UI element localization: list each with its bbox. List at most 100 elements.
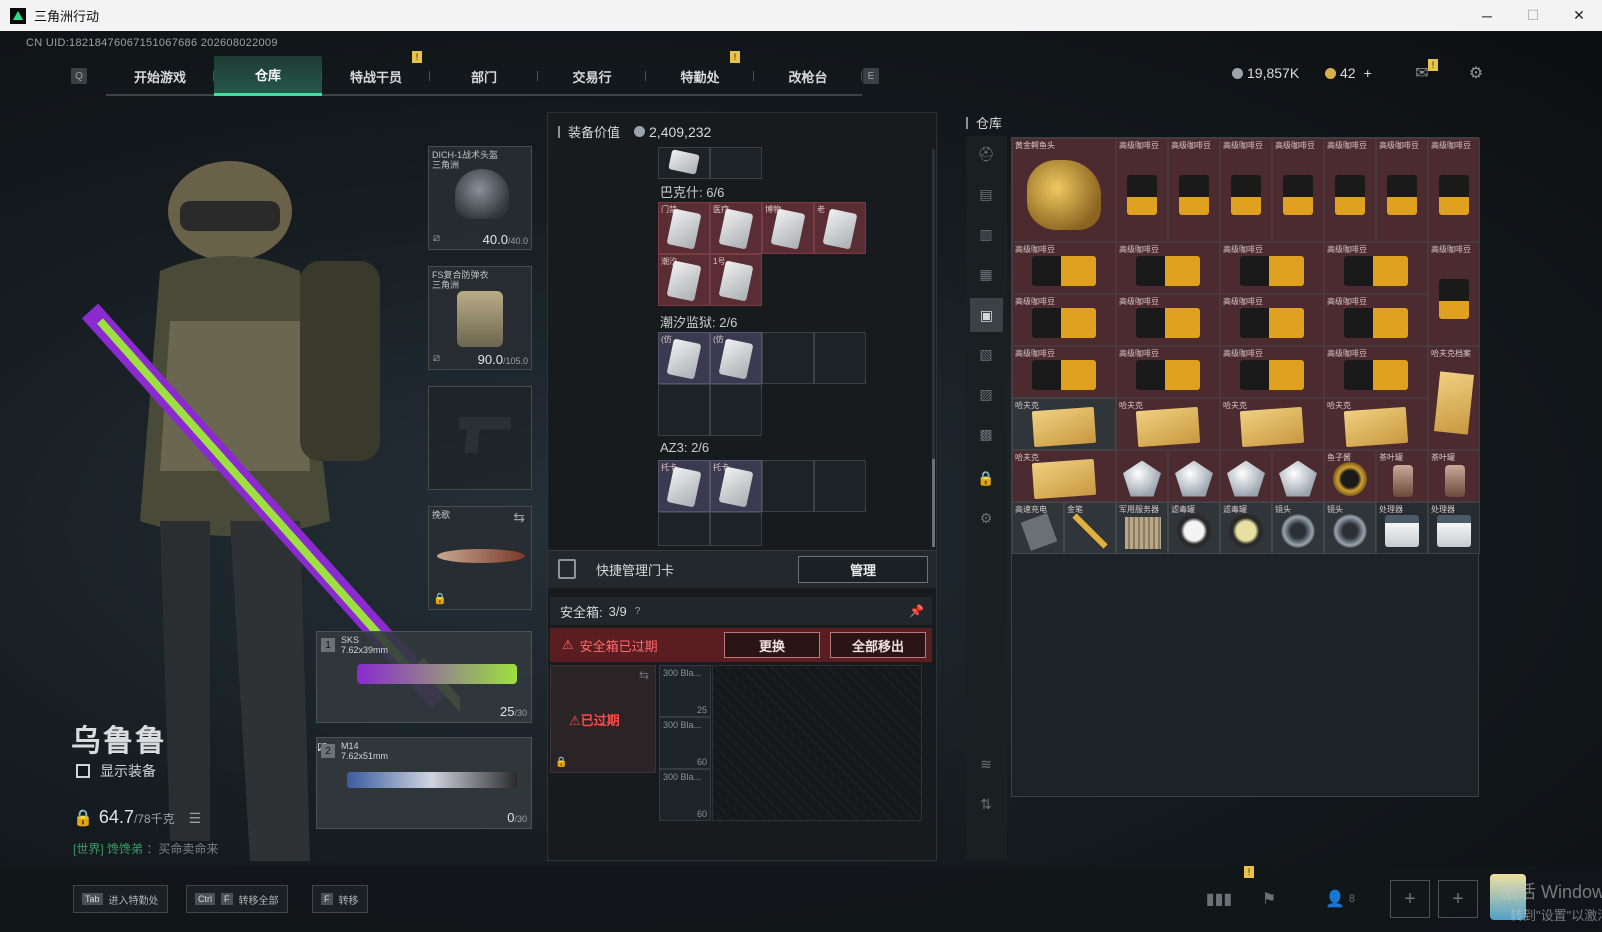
tab-5-icon[interactable]: ▨ [974,382,998,406]
layers-icon[interactable]: ≋ [974,752,998,776]
coffee-bean-item[interactable]: 高级咖啡豆 [1220,242,1324,294]
ammo-cell[interactable]: 300 Bla... 25 [659,665,711,717]
coffee-bean-item[interactable]: 高级咖啡豆 [1324,346,1428,398]
inventory-cell[interactable] [658,384,710,436]
tab-warehouse[interactable]: 仓库 [214,56,322,96]
world-chat-line[interactable]: [世界] 馋馋弟 ：买命卖命来 [73,840,218,857]
hafuk-doc-item[interactable]: 哈夫克 [1012,398,1116,450]
tab-trading[interactable]: 交易行 [538,56,646,96]
diamond-item[interactable] [1168,450,1220,502]
sort-icon[interactable]: ⇅ [974,792,998,816]
diamond-item[interactable] [1116,450,1168,502]
weight-detail-icon[interactable]: ☰ [189,810,202,827]
coffee-bean-item[interactable]: 高级咖啡豆 [1012,346,1116,398]
nav-next-key[interactable]: E [863,68,879,84]
safe-help-icon[interactable]: ? [635,606,641,617]
inventory-cell[interactable] [658,512,710,546]
charger-item[interactable]: 高速充电 [1012,502,1064,554]
melee-slot[interactable]: 挽歌 ⇆ 🔒 [428,506,532,610]
keycard-cell[interactable]: 潮汐 [658,254,710,306]
show-equipment-checkbox[interactable] [76,764,90,778]
coffee-bean-item[interactable]: 高级咖啡豆 [1324,294,1428,346]
armor-slot[interactable]: FS复合防弹衣 三角洲 ⧄ 90.0/105.0 [428,266,532,370]
coffee-bean-item[interactable]: 高级咖啡豆 [1116,294,1220,346]
stash-settings-icon[interactable]: ⚙ [974,506,998,530]
move-all-out-button[interactable]: 全部移出 [830,632,926,658]
coffee-bean-item[interactable]: 高级咖啡豆 [1428,242,1480,346]
hafuk-doc-item[interactable]: 哈夫克 [1220,398,1324,450]
diamond-item[interactable] [1272,450,1324,502]
ammo-cell[interactable]: 300 Bla... 60 [659,717,711,769]
filter-canister-item[interactable]: 滤毒罐 [1220,502,1272,554]
swap-icon[interactable]: ⇆ [639,668,649,682]
keycard-cell[interactable]: 托卡 [658,460,710,512]
keycard-cell[interactable]: 托卡 [710,460,762,512]
helmet-slot[interactable]: DICH-1战术头盔 三角洲 ⧄ 40.0/40.0 [428,146,532,250]
hafuk-doc-item[interactable]: 哈夫克 [1324,398,1428,450]
coffee-bean-item[interactable]: 高级咖啡豆 [1324,138,1376,242]
secondary-weapon-slot[interactable]: 2 M147.62x51mm ⧄ 0/30 [316,737,532,829]
inventory-cell[interactable] [762,460,814,512]
hafuk-doc-item[interactable]: 哈夫克 [1116,398,1220,450]
stats-chart-icon[interactable]: ▮▮▮ [1200,882,1238,916]
coffee-bean-item[interactable]: 高级咖啡豆 [1012,242,1116,294]
ammo-filter-icon[interactable]: ▥ [974,222,998,246]
coffee-bean-item[interactable]: 高级咖啡豆 [1220,138,1272,242]
locked-tab-icon[interactable]: 🔒 [974,466,998,490]
keycard-cell[interactable]: (仿 [658,332,710,384]
helmet-filter-icon[interactable]: ⛑ [974,142,998,166]
inventory-cell[interactable] [710,147,762,179]
inventory-cell[interactable] [814,332,866,384]
server-item[interactable]: 军用服务器 [1116,502,1168,554]
settings-gear-icon[interactable]: ⚙ [1466,64,1486,82]
manage-button[interactable]: 管理 [798,556,928,583]
add-squad-slot-button[interactable]: + [1390,880,1430,918]
replace-button[interactable]: 更换 [724,632,820,658]
backpack-scrollbar[interactable] [932,149,935,547]
coffee-bean-item[interactable]: 高级咖啡豆 [1116,242,1220,294]
tab-4-icon[interactable]: ▧ [974,342,998,366]
keycard-cell[interactable]: 老 [814,202,866,254]
caviar-item[interactable]: 鱼子酱 [1324,450,1376,502]
processor-item[interactable]: 处理器 [1376,502,1428,554]
inventory-cell[interactable] [710,384,762,436]
keycard-cell[interactable]: 1号 [710,254,762,306]
friends-button[interactable]: 👤 8 [1312,882,1368,916]
transfer-hint[interactable]: F 转移 [312,885,368,913]
gold-pen-item[interactable]: 金笔 [1064,502,1116,554]
keycard-cell[interactable]: (仿 [710,332,762,384]
coffee-bean-item[interactable]: 高级咖啡豆 [1324,242,1428,294]
processor-item[interactable]: 处理器 [1428,502,1480,554]
inventory-cell[interactable] [762,332,814,384]
coffee-bean-item[interactable]: 高级咖啡豆 [1116,346,1220,398]
coffee-bean-item[interactable]: 高级咖啡豆 [1116,138,1168,242]
lens-item[interactable]: 镜头 [1272,502,1324,554]
enter-special-ops-hint[interactable]: Tab 进入特勤处 [73,885,168,913]
maximize-button[interactable]: ☐ [1510,0,1556,31]
hafuk-file-item[interactable]: 哈夫克档案 [1428,346,1480,450]
keycard-cell[interactable]: 博物 [762,202,814,254]
ammo-cell[interactable]: 300 Bla... 60 [659,769,711,821]
tab-start-game[interactable]: 开始游戏 [106,56,214,96]
filter-canister-item[interactable]: 滤毒罐 [1168,502,1220,554]
minimize-button[interactable]: ─ [1464,0,1510,31]
keycard-cell[interactable]: 医疗 [710,202,762,254]
show-equipment-toggle[interactable]: 显示装备 [76,761,156,781]
add-gold-button[interactable]: + [1364,65,1372,81]
tea-item[interactable]: 茶叶罐 [1376,450,1428,502]
coffee-bean-item[interactable]: 高级咖啡豆 [1168,138,1220,242]
coffee-bean-item[interactable]: 高级咖啡豆 [1428,138,1480,242]
safe-box-item[interactable]: ⇆ ⚠已过期 🔒 [550,665,656,773]
tab-department[interactable]: 部门 [430,56,538,96]
coffee-bean-item[interactable]: 高级咖啡豆 [1012,294,1116,346]
chat-user[interactable]: 馋馋弟 [107,842,143,856]
coffee-bean-item[interactable]: 高级咖啡豆 [1220,346,1324,398]
close-button[interactable]: ✕ [1556,0,1602,31]
swap-icon[interactable]: ⇆ [513,509,525,526]
primary-weapon-slot[interactable]: 1 SKS 7.62x39mm 25/30 [316,631,532,723]
flag-icon[interactable]: ⚑ [1250,882,1288,916]
loot-filter-icon[interactable]: ▣ [970,298,1003,332]
coffee-bean-item[interactable]: 高级咖啡豆 [1272,138,1324,242]
gear-filter-icon[interactable]: ▦ [974,262,998,286]
keycard-cell[interactable]: 门禁 [658,202,710,254]
